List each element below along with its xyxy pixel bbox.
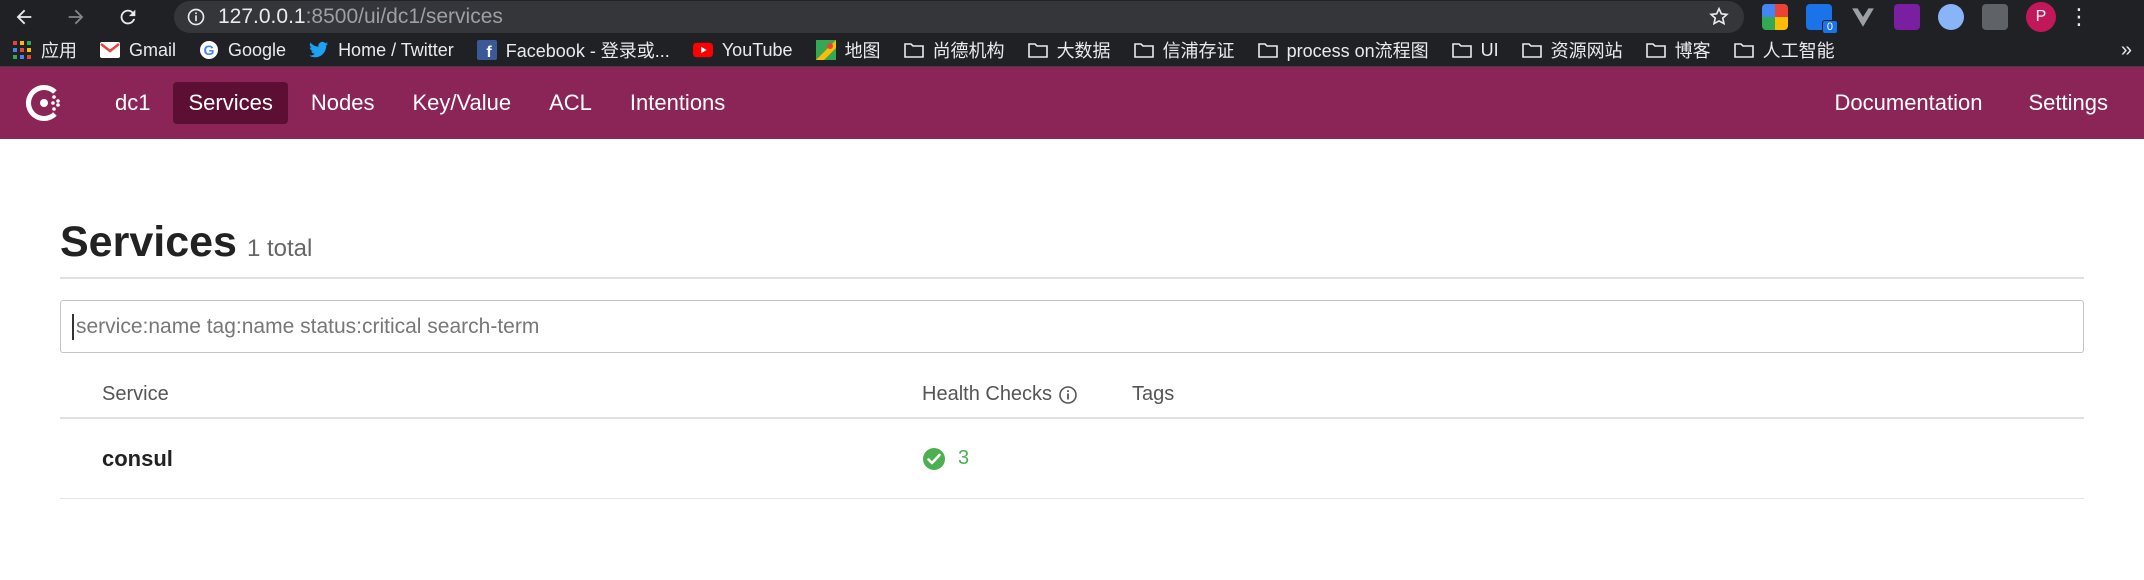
bookmark-label: 信浦存证 bbox=[1162, 41, 1235, 61]
bookmark-label: Facebook - 登录或... bbox=[505, 41, 670, 61]
column-header-service: Service bbox=[102, 383, 169, 405]
service-name-link[interactable]: consul bbox=[60, 446, 922, 472]
bookmark-folder[interactable]: 尚德机构 bbox=[903, 37, 1005, 63]
folder-icon bbox=[1521, 40, 1542, 60]
bookmarks-bar: 应用 Gmail G Google Home / Twitter f Faceb… bbox=[0, 34, 2144, 67]
nav-nodes[interactable]: Nodes bbox=[296, 82, 390, 124]
folder-icon bbox=[1451, 40, 1472, 60]
folder-icon bbox=[1027, 40, 1048, 60]
health-checks-passing: 3 bbox=[922, 447, 969, 471]
nav-settings[interactable]: Settings bbox=[2015, 82, 2123, 124]
folder-icon bbox=[1133, 40, 1154, 60]
bookmark-folder[interactable]: 人工智能 bbox=[1733, 37, 1835, 63]
gmail-icon bbox=[100, 40, 120, 60]
table-header: Service Health Checks Tags bbox=[60, 380, 2084, 419]
bookmarks-overflow-button[interactable]: » bbox=[2121, 39, 2132, 62]
bookmark-google[interactable]: G Google bbox=[199, 40, 286, 61]
circle-extension-icon[interactable] bbox=[1938, 4, 1964, 30]
search-box bbox=[60, 300, 2084, 353]
bookmark-label: 资源网站 bbox=[1550, 41, 1623, 61]
info-icon[interactable] bbox=[1058, 385, 1078, 405]
bookmark-label: 大数据 bbox=[1056, 41, 1111, 61]
url-host: 127.0.0.1 bbox=[218, 5, 306, 28]
svg-text:G: G bbox=[204, 42, 215, 58]
vue-devtools-icon[interactable] bbox=[1850, 4, 1876, 30]
browser-menu-icon[interactable]: ⋮ bbox=[2068, 4, 2090, 30]
nav-key-value[interactable]: Key/Value bbox=[397, 82, 526, 124]
bookmark-label: 人工智能 bbox=[1762, 41, 1835, 61]
bookmark-twitter[interactable]: Home / Twitter bbox=[309, 40, 454, 61]
bookmark-label: 尚德机构 bbox=[932, 41, 1005, 61]
rp-extension-icon[interactable] bbox=[1894, 4, 1920, 30]
column-header-tags: Tags bbox=[1132, 383, 1175, 405]
header-right-nav: Documentation Settings bbox=[1821, 82, 2122, 124]
tab-extension-icon[interactable]: 0 bbox=[1806, 4, 1838, 34]
profile-avatar[interactable]: P bbox=[2026, 2, 2056, 32]
nav-acl[interactable]: ACL bbox=[534, 82, 607, 124]
bookmark-folder[interactable]: UI bbox=[1451, 39, 1499, 61]
bookmark-youtube[interactable]: YouTube bbox=[692, 39, 793, 61]
extensions-area: 0 P bbox=[1762, 2, 2056, 34]
google-icon: G bbox=[199, 40, 219, 60]
column-header-health: Health Checks bbox=[922, 383, 1132, 406]
check-circle-icon bbox=[923, 447, 945, 470]
youtube-icon bbox=[692, 40, 713, 60]
nav-datacenter[interactable]: dc1 bbox=[100, 82, 165, 124]
bookmark-label: UI bbox=[1480, 39, 1499, 60]
color-picker-extension-icon[interactable] bbox=[1762, 4, 1788, 30]
bookmark-folder[interactable]: 博客 bbox=[1645, 37, 1711, 63]
folder-icon bbox=[1645, 40, 1666, 60]
address-bar[interactable]: 127.0.0.1 :8500/ui/dc1/services bbox=[174, 1, 1744, 33]
main-nav: dc1 Services Nodes Key/Value ACL Intenti… bbox=[100, 82, 740, 124]
bookmark-label: Gmail bbox=[129, 39, 177, 60]
bookmark-label: Home / Twitter bbox=[338, 39, 454, 60]
back-arrow-icon[interactable] bbox=[10, 3, 38, 31]
total-count: 1 total bbox=[246, 235, 313, 262]
bookmark-folder[interactable]: 信浦存证 bbox=[1133, 37, 1235, 63]
apps-grid-icon bbox=[12, 40, 32, 60]
page-title: Services bbox=[60, 218, 237, 266]
site-info-icon[interactable] bbox=[186, 7, 206, 27]
bookmark-label: Google bbox=[228, 39, 287, 60]
bookmark-folder[interactable]: 资源网站 bbox=[1521, 37, 1623, 63]
forward-arrow-icon[interactable] bbox=[62, 3, 90, 31]
health-header-label: Health Checks bbox=[922, 383, 1053, 405]
bookmark-maps[interactable]: 地图 bbox=[815, 37, 881, 63]
maps-icon bbox=[815, 40, 836, 60]
bookmark-label: YouTube bbox=[721, 39, 793, 60]
page-header: Services 1 total bbox=[60, 218, 2084, 279]
extension-badge: 0 bbox=[1821, 20, 1838, 34]
facebook-icon: f bbox=[476, 40, 497, 60]
nav-services[interactable]: Services bbox=[173, 82, 288, 124]
app-header: dc1 Services Nodes Key/Value ACL Intenti… bbox=[0, 67, 2144, 139]
bookmark-label: process on流程图 bbox=[1286, 41, 1429, 61]
reload-icon[interactable] bbox=[114, 3, 142, 31]
folder-icon bbox=[903, 40, 924, 60]
nav-intentions[interactable]: Intentions bbox=[615, 82, 740, 124]
svg-text:f: f bbox=[486, 44, 492, 60]
folder-icon bbox=[1257, 40, 1278, 60]
twitter-icon bbox=[309, 40, 329, 60]
main-content: Services 1 total Service Health Checks T… bbox=[0, 218, 2144, 499]
folder-icon bbox=[1733, 40, 1754, 60]
bookmark-facebook[interactable]: f Facebook - 登录或... bbox=[476, 37, 670, 63]
consul-logo-icon[interactable] bbox=[22, 81, 66, 125]
services-search-input[interactable] bbox=[72, 313, 2083, 340]
bookmark-star-icon[interactable] bbox=[1706, 4, 1732, 30]
bookmark-label: 博客 bbox=[1674, 41, 1711, 61]
url-path: :8500/ui/dc1/services bbox=[305, 5, 503, 28]
browser-toolbar: 127.0.0.1 :8500/ui/dc1/services 0 P ⋮ bbox=[0, 0, 2144, 34]
health-check-count: 3 bbox=[958, 447, 970, 469]
table-row[interactable]: consul 3 bbox=[60, 419, 2084, 499]
bookmark-label: 应用 bbox=[41, 41, 77, 61]
bookmark-folder[interactable]: process on流程图 bbox=[1257, 37, 1429, 63]
glasses-extension-icon[interactable] bbox=[1982, 4, 2008, 30]
nav-documentation[interactable]: Documentation bbox=[1821, 82, 1997, 124]
bookmark-label: 地图 bbox=[844, 41, 881, 61]
bookmark-gmail[interactable]: Gmail bbox=[100, 40, 176, 61]
bookmark-apps[interactable]: 应用 bbox=[12, 37, 77, 63]
bookmark-folder[interactable]: 大数据 bbox=[1027, 37, 1111, 63]
